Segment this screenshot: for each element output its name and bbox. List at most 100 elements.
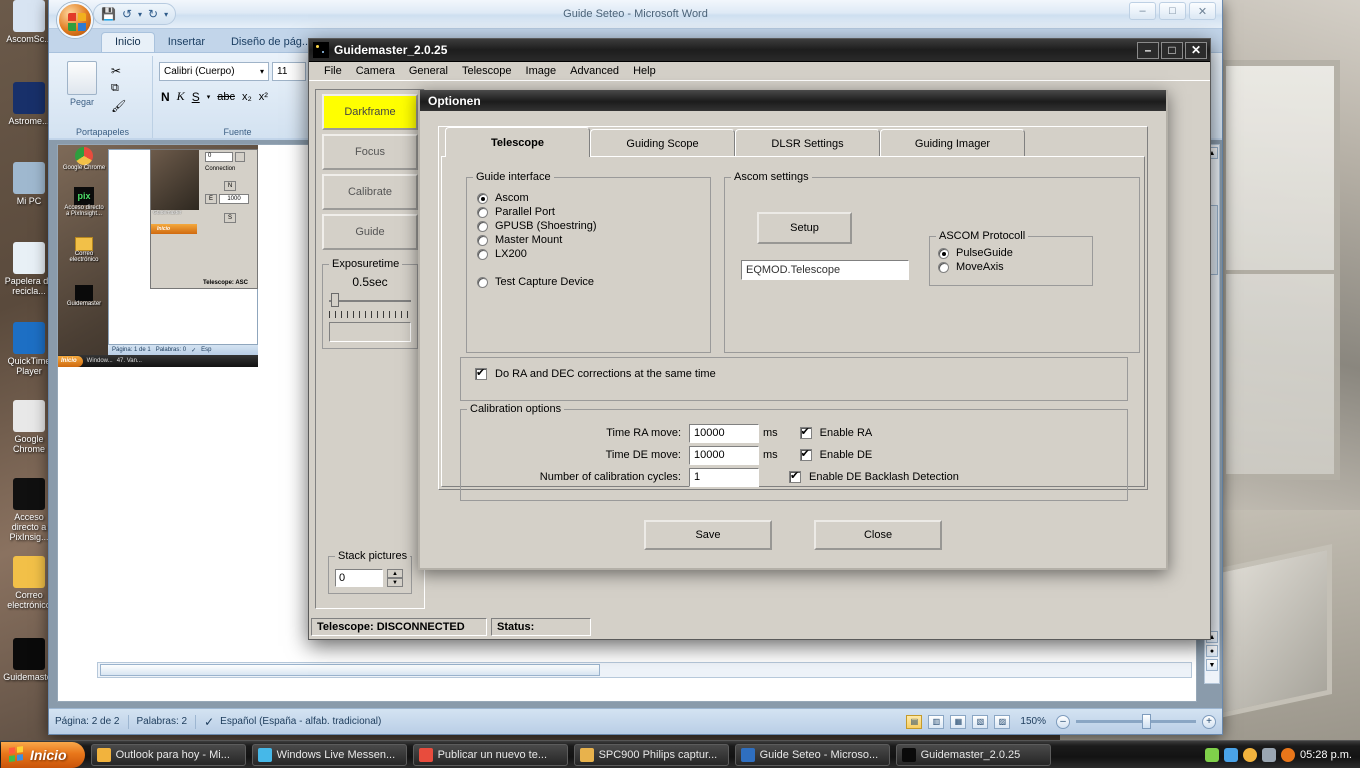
radio-gpusb[interactable]: GPUSB (Shoestring) bbox=[477, 220, 710, 232]
stack-pictures-stepper[interactable]: ▲ ▼ bbox=[335, 569, 405, 587]
network-icon[interactable] bbox=[1224, 747, 1239, 762]
page-indicator[interactable]: Página: 2 de 2 bbox=[55, 716, 120, 727]
bluetooth-icon[interactable] bbox=[1262, 747, 1277, 762]
radio-moveaxis[interactable]: MoveAxis bbox=[938, 261, 1092, 273]
zoom-slider[interactable] bbox=[1076, 714, 1196, 729]
taskbar-button-list[interactable]: Outlook para hoy - Mi... Windows Live Mes… bbox=[85, 743, 1051, 766]
focus-button[interactable]: Focus bbox=[322, 134, 418, 170]
battery-icon[interactable] bbox=[1205, 747, 1220, 762]
ascom-driver-field[interactable]: EQMOD.Telescope bbox=[741, 260, 909, 280]
time-ra-move-field[interactable]: 10000 bbox=[689, 423, 759, 443]
word-minimize-button[interactable]: – bbox=[1129, 2, 1156, 20]
time-de-move-field[interactable]: 10000 bbox=[689, 445, 759, 465]
format-painter-icon[interactable]: 🖌 bbox=[111, 99, 126, 113]
guide-button[interactable]: Guide bbox=[322, 214, 418, 250]
view-web-layout-button[interactable]: ▦ bbox=[950, 714, 967, 729]
customize-qat-icon[interactable]: ▾ bbox=[164, 10, 168, 19]
strikethrough-button[interactable]: abc bbox=[217, 91, 235, 103]
guidemaster-window-controls[interactable]: – □ ✕ bbox=[1137, 41, 1210, 59]
chevron-down-icon[interactable]: ▾ bbox=[207, 93, 211, 101]
guidemaster-close-button[interactable]: ✕ bbox=[1185, 41, 1207, 59]
check-simultaneous-corrections[interactable]: Do RA and DEC corrections at the same ti… bbox=[461, 358, 1127, 380]
radio-lx200[interactable]: LX200 bbox=[477, 248, 710, 260]
start-button[interactable]: Inicio bbox=[1, 741, 85, 768]
taskbar-button-5[interactable]: Guidemaster_2.0.25 bbox=[895, 743, 1051, 766]
stack-pictures-input[interactable] bbox=[335, 569, 383, 587]
radio-indicator[interactable] bbox=[477, 206, 488, 218]
exposuretime-slider[interactable] bbox=[329, 293, 411, 309]
check-enable-ra[interactable]: Enable RA bbox=[799, 425, 872, 439]
radio-indicator[interactable] bbox=[477, 248, 488, 260]
optionen-title-bar[interactable]: Optionen bbox=[420, 90, 1166, 111]
select-browse-object-button[interactable]: ● bbox=[1206, 645, 1218, 657]
tab-guiding-scope[interactable]: Guiding Scope bbox=[590, 129, 735, 157]
word-status-bar[interactable]: Página: 2 de 2 Palabras: 2 ✓ Español (Es… bbox=[49, 708, 1222, 734]
font-size-combobox[interactable]: 11 bbox=[272, 62, 306, 81]
guidemaster-menu-bar[interactable]: File Camera General Telescope Image Adva… bbox=[309, 62, 1210, 80]
undo-icon[interactable]: ↺ bbox=[122, 7, 132, 21]
guidemaster-title-bar[interactable]: Guidemaster_2.0.25 – □ ✕ bbox=[309, 39, 1210, 62]
cut-icon[interactable]: ✂ bbox=[111, 64, 126, 78]
tab-inicio[interactable]: Inicio bbox=[101, 32, 155, 52]
word-title-bar[interactable]: Guide Seteo - Microsoft Word – □ ✕ bbox=[49, 0, 1222, 29]
subscript-button[interactable]: x₂ bbox=[242, 91, 252, 103]
tab-strip[interactable]: Telescope Guiding Scope DLSR Settings Gu… bbox=[439, 127, 1147, 157]
redo-icon[interactable]: ↻ bbox=[148, 7, 158, 21]
zoom-in-button[interactable]: + bbox=[1202, 714, 1216, 729]
close-button[interactable]: Close bbox=[814, 520, 942, 550]
slider-handle[interactable] bbox=[331, 293, 339, 307]
radio-test-capture-device[interactable]: Test Capture Device bbox=[477, 276, 710, 288]
guidemaster-minimize-button[interactable]: – bbox=[1137, 41, 1159, 59]
radio-indicator[interactable] bbox=[477, 220, 488, 232]
check-enable-de[interactable]: Enable DE bbox=[799, 447, 872, 461]
optionen-tab-control[interactable]: Telescope Guiding Scope DLSR Settings Gu… bbox=[438, 126, 1148, 501]
checkbox-indicator[interactable] bbox=[799, 425, 812, 439]
menu-file[interactable]: File bbox=[317, 63, 349, 79]
calibrate-button[interactable]: Calibrate bbox=[322, 174, 418, 210]
next-page-button[interactable]: ▼ bbox=[1206, 659, 1218, 671]
checkbox-indicator[interactable] bbox=[799, 447, 812, 461]
save-button[interactable]: Save bbox=[644, 520, 772, 550]
paste-icon[interactable] bbox=[67, 61, 97, 95]
taskbar-button-3[interactable]: SPC900 Philips captur... bbox=[573, 743, 729, 766]
zoom-slider-handle[interactable] bbox=[1142, 714, 1151, 729]
zoom-level[interactable]: 150% bbox=[1020, 716, 1046, 727]
view-full-screen-reading-button[interactable]: ▥ bbox=[928, 714, 945, 729]
taskbar-button-2[interactable]: Publicar un nuevo te... bbox=[412, 743, 568, 766]
tab-telescope[interactable]: Telescope bbox=[445, 127, 590, 157]
radio-indicator[interactable] bbox=[938, 261, 949, 273]
embedded-screenshot-image[interactable]: Google Chrome pix Acceso directo a PixIn… bbox=[58, 145, 258, 367]
view-print-layout-button[interactable]: ▤ bbox=[906, 714, 923, 729]
tab-dlsr-settings[interactable]: DLSR Settings bbox=[735, 129, 880, 157]
checkbox-indicator[interactable] bbox=[475, 366, 487, 380]
office-orb-button[interactable] bbox=[57, 2, 93, 38]
menu-telescope[interactable]: Telescope bbox=[455, 63, 519, 79]
radio-parallel-port[interactable]: Parallel Port bbox=[477, 206, 710, 218]
spellcheck-icon[interactable]: ✓ bbox=[204, 715, 214, 729]
system-tray[interactable]: 05:28 p.m. bbox=[1205, 747, 1360, 762]
view-outline-button[interactable]: ▧ bbox=[972, 714, 989, 729]
word-close-button[interactable]: ✕ bbox=[1189, 2, 1216, 20]
radio-indicator[interactable] bbox=[477, 276, 488, 288]
guidemaster-maximize-button[interactable]: □ bbox=[1161, 41, 1183, 59]
taskbar-button-0[interactable]: Outlook para hoy - Mi... bbox=[90, 743, 246, 766]
chevron-down-icon[interactable]: ▾ bbox=[138, 10, 142, 19]
zoom-out-button[interactable]: – bbox=[1056, 714, 1070, 729]
darkframe-button[interactable]: Darkframe bbox=[322, 94, 418, 130]
copy-icon[interactable]: ⧉ bbox=[111, 82, 126, 95]
scrollbar-thumb[interactable] bbox=[100, 664, 600, 676]
bold-button[interactable]: N bbox=[161, 90, 170, 104]
document-horizontal-scrollbar[interactable] bbox=[97, 662, 1192, 678]
radio-ascom[interactable]: Ascom bbox=[477, 192, 710, 204]
radio-pulseguide[interactable]: PulseGuide bbox=[938, 247, 1092, 259]
save-icon[interactable]: 💾 bbox=[101, 7, 116, 21]
windows-taskbar[interactable]: Inicio Outlook para hoy - Mi... Windows L… bbox=[0, 740, 1360, 768]
clock[interactable]: 05:28 p.m. bbox=[1300, 749, 1352, 761]
word-maximize-button[interactable]: □ bbox=[1159, 2, 1186, 20]
shield-icon[interactable] bbox=[1243, 747, 1258, 762]
optionen-dialog[interactable]: Optionen Telescope Guiding Scope DLSR Se… bbox=[418, 90, 1168, 570]
tab-guiding-imager[interactable]: Guiding Imager bbox=[880, 129, 1025, 157]
stepper-arrows[interactable]: ▲ ▼ bbox=[387, 569, 403, 587]
menu-general[interactable]: General bbox=[402, 63, 455, 79]
menu-image[interactable]: Image bbox=[519, 63, 564, 79]
